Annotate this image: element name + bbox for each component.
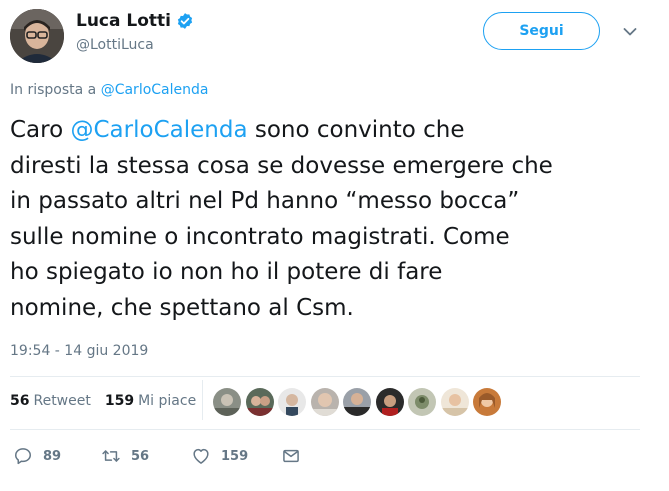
follow-button[interactable]: Segui (483, 12, 600, 50)
tweet-line: Caro @CarloCalenda sono convinto che (10, 113, 660, 149)
liker-avatar[interactable] (213, 388, 241, 416)
tweet-line: nomine, che spettano al Csm. (10, 294, 354, 321)
author-name-row: Luca Lotti (76, 11, 194, 31)
retweet-label[interactable]: Retweet (33, 393, 90, 409)
retweet-icon (102, 450, 120, 462)
mention-link[interactable]: @CarloCalenda (71, 117, 248, 143)
tweet-actions: 89 56 159 (13, 446, 301, 466)
author-handle[interactable]: @LottiLuca (76, 37, 154, 53)
reply-count: 89 (43, 448, 62, 464)
divider (10, 376, 640, 377)
tweet-text: Caro @CarloCalenda sono convinto che dir… (10, 113, 660, 326)
like-count[interactable]: 159 (105, 393, 134, 409)
liker-avatar[interactable] (375, 388, 404, 416)
engagement-stats: 56 Retweet 159 Mi piace (10, 393, 196, 409)
reply-button[interactable]: 89 (13, 446, 101, 466)
retweet-action-count: 56 (131, 448, 150, 464)
author-name[interactable]: Luca Lotti (76, 11, 171, 31)
tweet-text-segment: Caro (10, 117, 71, 143)
direct-message-button[interactable] (281, 446, 301, 466)
tweet-line: ho spiegato io non ho il potere di fare (10, 259, 443, 285)
verified-badge-icon (176, 12, 194, 30)
liker-avatar[interactable] (440, 388, 469, 416)
tweet-line: in passato altri nel Pd hanno “messo boc… (10, 188, 520, 214)
liker-avatar[interactable] (408, 388, 436, 416)
divider (10, 429, 640, 430)
tweet-line: diresti la stessa cosa se dovesse emerge… (10, 152, 553, 179)
tweet-text-segment: sono convinto che (247, 117, 465, 143)
liker-avatar[interactable] (245, 388, 274, 416)
reply-prefix: In risposta a (10, 82, 97, 98)
liker-avatar[interactable] (310, 388, 339, 416)
like-action-count: 159 (221, 448, 249, 464)
direct-message-icon (283, 449, 299, 463)
like-heart-icon (193, 448, 209, 464)
like-label[interactable]: Mi piace (138, 393, 196, 409)
retweet-button[interactable]: 56 (101, 446, 191, 466)
liker-avatar[interactable] (343, 388, 371, 416)
liker-avatars (213, 388, 506, 416)
tweet-timestamp[interactable]: 19:54 - 14 giu 2019 (10, 343, 148, 359)
stats-separator (202, 380, 203, 420)
like-button[interactable]: 159 (191, 446, 281, 466)
author-avatar[interactable] (10, 9, 64, 63)
chevron-down-icon[interactable] (622, 24, 638, 40)
reply-context: In risposta a @CarloCalenda (10, 82, 208, 98)
retweet-count[interactable]: 56 (10, 393, 29, 409)
liker-avatar[interactable] (278, 388, 306, 416)
reply-icon (15, 448, 31, 465)
liker-avatar[interactable] (473, 388, 501, 416)
tweet-line: sulle nomine o incontrato magistrati. Co… (10, 223, 510, 250)
reply-to-link[interactable]: @CarloCalenda (101, 82, 209, 98)
